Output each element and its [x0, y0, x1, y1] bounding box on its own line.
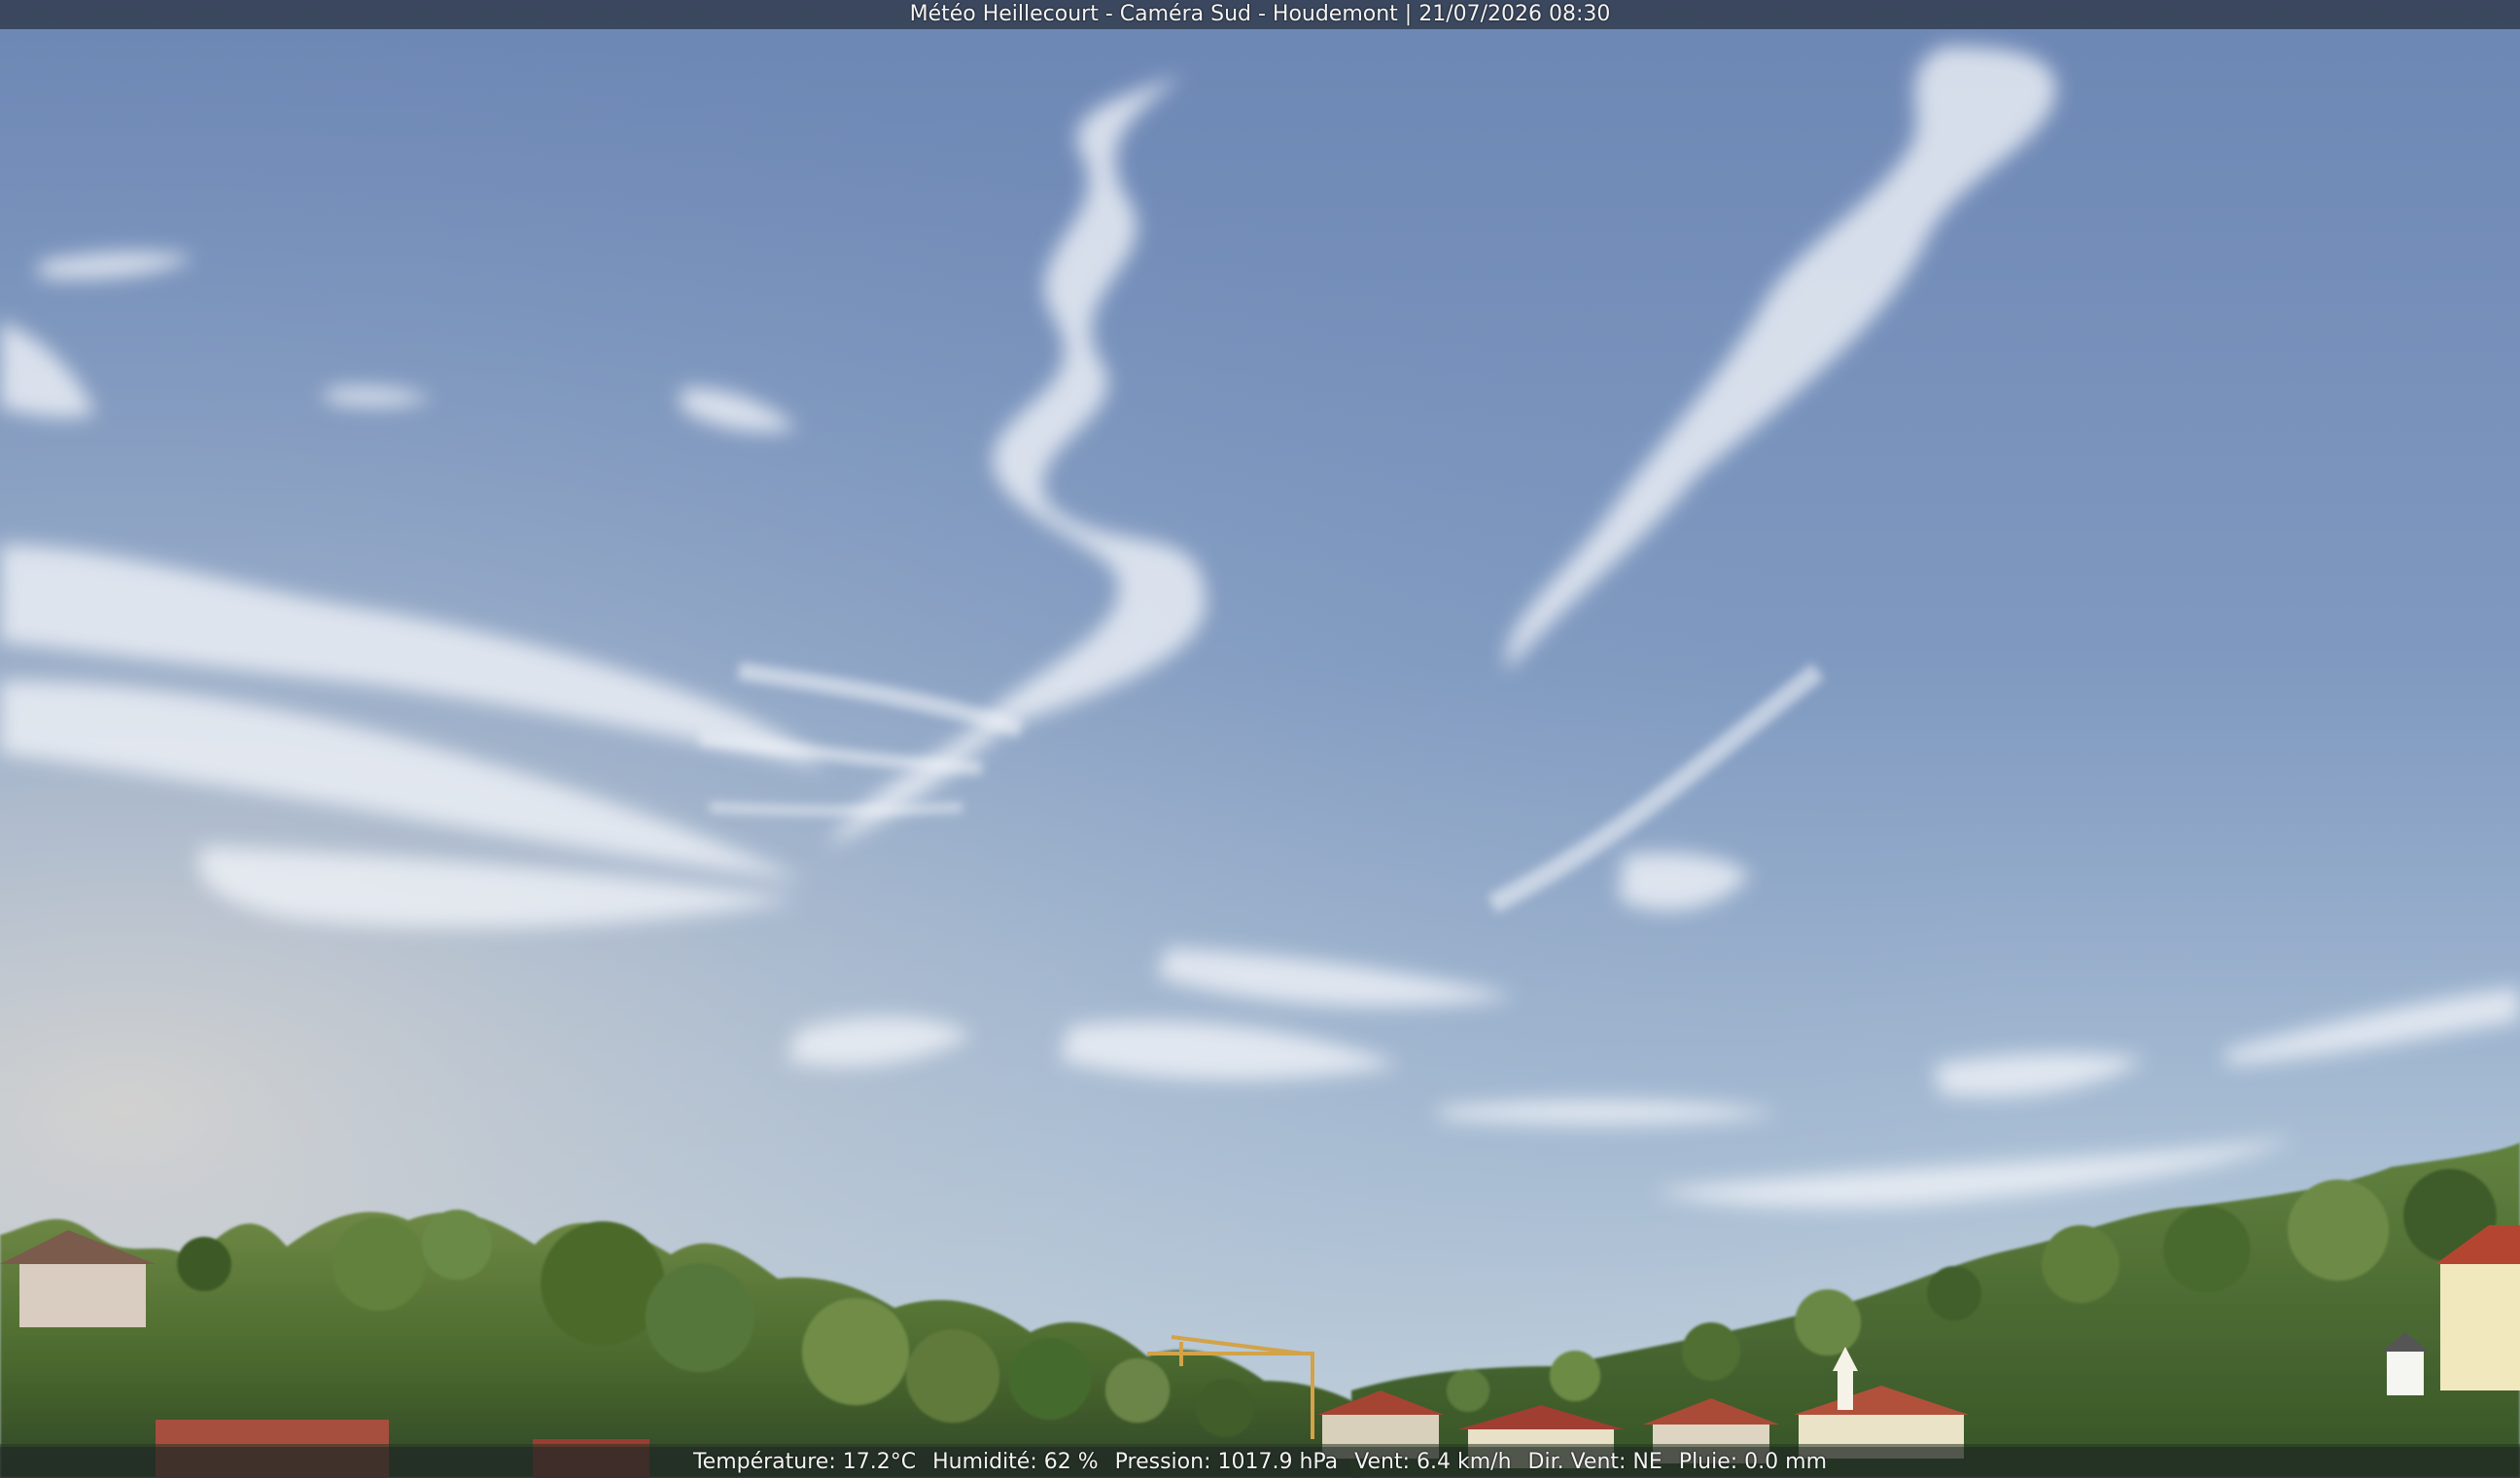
pressure-value: Pression: 1017.9 hPa — [1114, 1450, 1339, 1474]
humidity-value: Humidité: 62 % — [932, 1450, 1099, 1474]
wind-direction-value: Dir. Vent: NE — [1527, 1450, 1662, 1474]
temperature-value: Température: 17.2°C — [692, 1450, 917, 1474]
wind-speed-value: Vent: 6.4 km/h — [1354, 1450, 1512, 1474]
webcam-viewer: Météo Heillecourt - Caméra Sud - Houdemo… — [0, 0, 2520, 1478]
webcam-title-bar: Météo Heillecourt - Caméra Sud - Houdemo… — [0, 0, 2520, 29]
webcam-title: Météo Heillecourt - Caméra Sud - Houdemo… — [909, 2, 1611, 26]
weather-status-bar: Température: 17.2°C Humidité: 62 % Press… — [0, 1447, 2520, 1478]
rain-value: Pluie: 0.0 mm — [1678, 1450, 1828, 1474]
webcam-image — [0, 0, 2520, 1478]
